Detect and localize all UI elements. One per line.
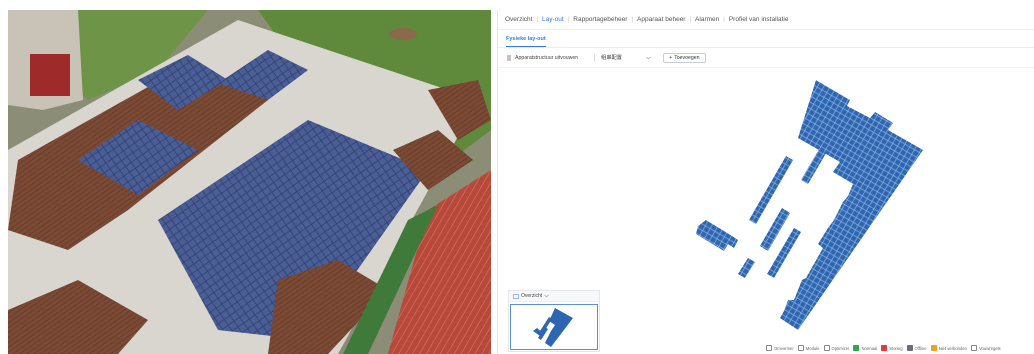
- aerial-rooftop-image: [8, 10, 491, 354]
- status-disconnected-icon: [930, 345, 937, 351]
- nav-alarms[interactable]: Alarmen: [692, 16, 722, 23]
- top-navigation: Overzicht | Lay-out | Rapportagebeheer |…: [498, 10, 1034, 30]
- legend-optimizer: Optimizer: [823, 345, 850, 351]
- module-icon: [797, 345, 804, 351]
- legend-normal: Normaal: [853, 345, 877, 351]
- nav-overview[interactable]: Overzicht: [502, 16, 535, 23]
- main-panel-array[interactable]: [780, 80, 923, 330]
- string-config-select[interactable]: 组串配置: [601, 53, 651, 63]
- aerial-photo: [8, 10, 491, 354]
- string-config-value: 组串配置: [601, 55, 622, 61]
- optimizer-icon: [823, 345, 830, 351]
- legend-label: Optimizer: [831, 345, 850, 351]
- nav-device-management[interactable]: Apparaat beheer: [634, 16, 688, 23]
- legend-label: Omvormer: [774, 345, 794, 351]
- overview-header[interactable]: Overzicht: [509, 291, 599, 302]
- status-offline-icon: [906, 345, 913, 351]
- minimap-icon: [513, 293, 519, 299]
- legend-offline: Offline: [906, 345, 927, 351]
- add-button-label: Toevoegen: [674, 54, 700, 61]
- fold-rules-icon: [970, 345, 977, 351]
- legend-label: Module: [805, 345, 820, 351]
- panel-strip-5[interactable]: [738, 258, 755, 278]
- toolbar-divider: [594, 53, 596, 62]
- inverter-icon: [766, 345, 772, 351]
- plus-icon: +: [669, 54, 673, 61]
- overview-label: Overzicht: [521, 293, 543, 299]
- nav-plant-profile[interactable]: Profiel van installatie: [726, 16, 792, 23]
- legend-fold-rules[interactable]: Vouwregels: [970, 345, 1001, 351]
- tab-physical-layout[interactable]: Fysieke lay-out: [506, 36, 546, 47]
- status-normal-icon: [853, 345, 860, 351]
- status-fault-icon: [881, 345, 888, 351]
- legend-label: Normaal: [861, 345, 878, 351]
- add-button[interactable]: + Toevoegen: [663, 52, 706, 63]
- small-panel-array[interactable]: [696, 220, 738, 251]
- layout-subtabs: Fysieke lay-out: [498, 30, 1034, 48]
- legend-label: Vouwregels: [978, 345, 1001, 351]
- expand-device-structure-label: Apparatstructuur uitvouwen: [515, 54, 579, 61]
- chevron-down-icon: [544, 294, 549, 298]
- overview-viewport[interactable]: [510, 304, 598, 350]
- legend-disconnected: Niet verbonden: [930, 345, 967, 351]
- minimap-drawing: [533, 308, 573, 347]
- legend-inverter: Omvormer: [766, 345, 794, 351]
- overview-minimap[interactable]: Overzicht: [508, 290, 600, 352]
- status-legend: Omvormer Module Optimizer Normaal Storin…: [766, 345, 1001, 351]
- nav-report-management[interactable]: Rapportagebeheer: [570, 16, 630, 23]
- expand-device-structure-toggle[interactable]: Apparatstructuur uitvouwen: [506, 55, 578, 61]
- tree-structure-icon: [507, 55, 511, 60]
- layout-app: Overzicht | Lay-out | Rapportagebeheer |…: [497, 10, 1034, 354]
- legend-fault: Storing: [881, 345, 903, 351]
- screen: Overzicht | Lay-out | Rapportagebeheer |…: [0, 0, 1034, 354]
- legend-label: Niet verbonden: [938, 345, 967, 351]
- layout-toolbar: Apparatstructuur uitvouwen 组串配置 + Toevoe…: [498, 48, 1034, 68]
- nav-layout[interactable]: Lay-out: [539, 16, 567, 23]
- legend-label: Offline: [914, 345, 927, 351]
- legend-module: Module: [797, 345, 820, 351]
- legend-label: Storing: [889, 345, 903, 351]
- chevron-down-icon: [646, 56, 651, 59]
